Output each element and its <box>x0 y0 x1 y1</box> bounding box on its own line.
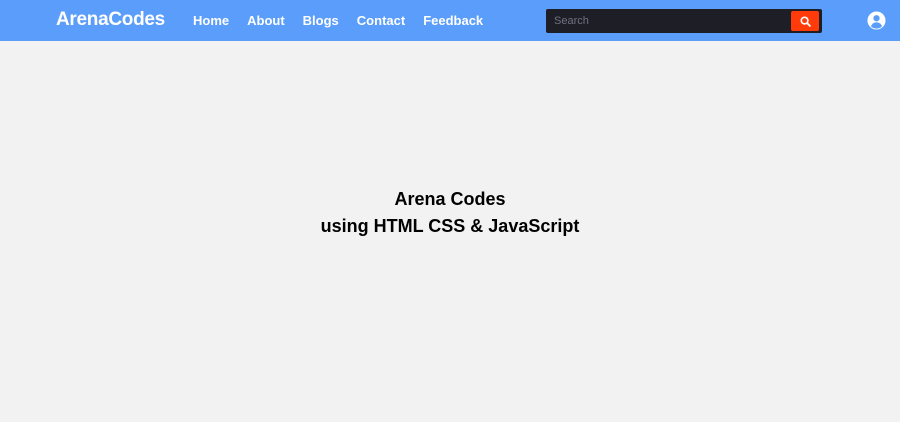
nav-link-home[interactable]: Home <box>193 12 229 29</box>
search-input[interactable] <box>546 9 786 33</box>
user-circle-icon[interactable] <box>867 11 886 30</box>
nav-link-blogs[interactable]: Blogs <box>303 12 339 29</box>
hero-section: Arena Codes using HTML CSS & JavaScript <box>0 186 900 240</box>
search-box <box>546 9 822 33</box>
nav-link-contact[interactable]: Contact <box>357 12 405 29</box>
nav-link-about[interactable]: About <box>247 12 285 29</box>
search-icon <box>799 15 811 27</box>
site-logo[interactable]: ArenaCodes <box>56 9 165 31</box>
hero-subtitle: using HTML CSS & JavaScript <box>320 216 580 236</box>
nav-menu: Home About Blogs Contact Feedback <box>193 12 501 29</box>
navbar: ArenaCodes Home About Blogs Contact Feed… <box>0 0 900 41</box>
search-button[interactable] <box>791 11 819 31</box>
hero-title: Arena Codes <box>394 189 506 209</box>
nav-link-feedback[interactable]: Feedback <box>423 12 483 29</box>
